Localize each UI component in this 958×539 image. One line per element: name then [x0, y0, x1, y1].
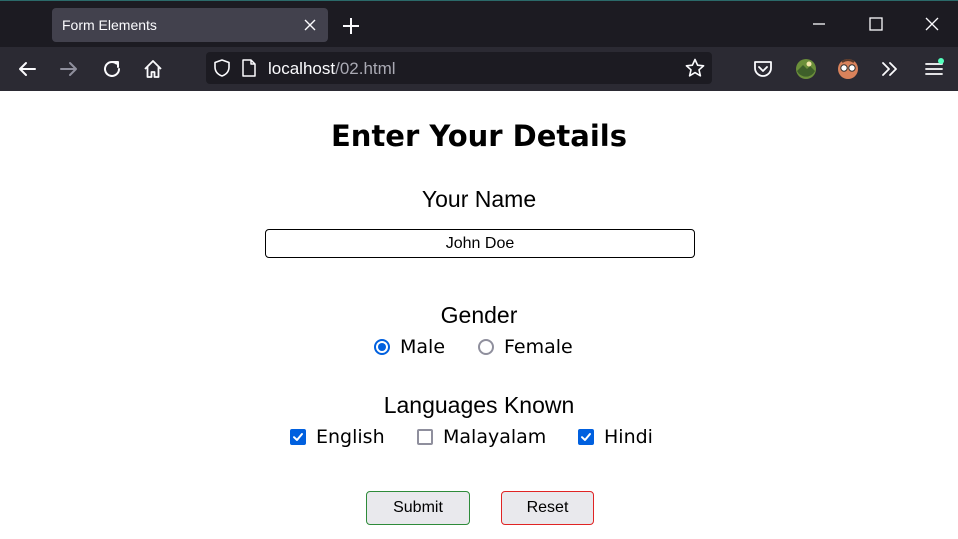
pocket-icon[interactable]: [751, 57, 775, 81]
hindi-label: Hindi: [604, 426, 653, 448]
gender-option-male[interactable]: Male: [374, 332, 445, 362]
english-checkbox[interactable]: [290, 429, 306, 445]
page-icon[interactable]: [240, 58, 258, 78]
submit-button[interactable]: Submit: [366, 491, 470, 525]
languages-label: Languages Known: [383, 392, 575, 418]
close-tab-icon[interactable]: [300, 15, 320, 35]
checkmark-icon: [581, 433, 591, 441]
hindi-checkbox[interactable]: [578, 429, 594, 445]
gender-label: Gender: [440, 302, 518, 328]
malayalam-checkbox[interactable]: [417, 429, 433, 445]
checkmark-icon: [293, 433, 303, 441]
page-content: Enter Your Details Your Name Gender Male…: [0, 91, 958, 539]
name-input[interactable]: [265, 229, 695, 258]
minimize-icon[interactable]: [808, 13, 830, 35]
language-options: English Malayalam Hindi: [0, 422, 958, 452]
malayalam-label: Malayalam: [443, 426, 547, 448]
language-option-malayalam[interactable]: Malayalam: [417, 422, 546, 452]
address-bar[interactable]: localhost/02.html: [206, 52, 712, 84]
extension-avatar-icon[interactable]: [836, 57, 860, 81]
new-tab-icon[interactable]: [340, 15, 362, 37]
name-label: Your Name: [421, 186, 537, 212]
reload-icon[interactable]: [101, 58, 123, 80]
female-label: Female: [504, 336, 573, 358]
language-option-hindi[interactable]: Hindi: [578, 422, 653, 452]
back-icon[interactable]: [16, 58, 38, 80]
url-text[interactable]: localhost/02.html: [268, 59, 396, 79]
male-radio[interactable]: [374, 339, 390, 355]
forward-icon[interactable]: [58, 58, 80, 80]
bookmark-star-icon[interactable]: [684, 57, 706, 79]
browser-navbar: localhost/02.html: [0, 47, 958, 91]
female-radio[interactable]: [478, 339, 494, 355]
extension-landscape-icon[interactable]: [794, 57, 818, 81]
male-label: Male: [400, 336, 446, 358]
browser-tab[interactable]: Form Elements: [52, 8, 328, 42]
gender-options: Male Female: [0, 332, 958, 362]
language-option-english[interactable]: English: [290, 422, 385, 452]
menu-icon[interactable]: [922, 57, 946, 81]
shield-icon[interactable]: [212, 58, 232, 78]
home-icon[interactable]: [142, 58, 164, 80]
page-title: Enter Your Details: [330, 119, 627, 153]
url-path: /02.html: [335, 59, 396, 78]
reset-button[interactable]: Reset: [501, 491, 594, 525]
maximize-icon[interactable]: [865, 13, 887, 35]
tab-title: Form Elements: [62, 17, 157, 33]
english-label: English: [316, 426, 385, 448]
url-host: localhost: [268, 59, 336, 78]
more-tools-icon[interactable]: [878, 57, 902, 81]
close-window-icon[interactable]: [921, 13, 943, 35]
browser-titlebar: Form Elements: [0, 0, 958, 47]
gender-option-female[interactable]: Female: [478, 332, 573, 362]
